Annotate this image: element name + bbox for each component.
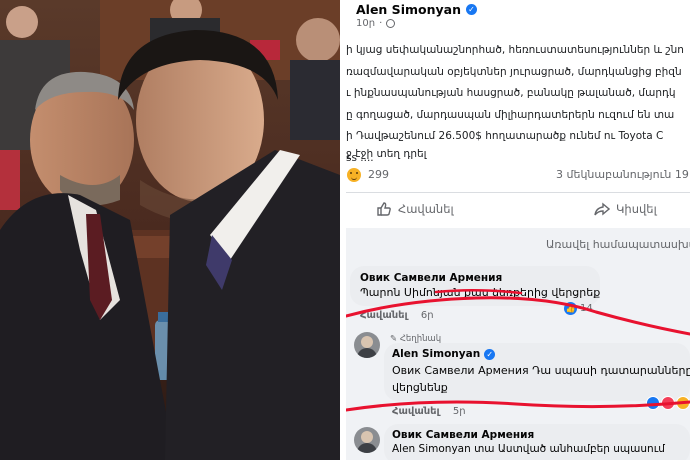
comment-bubble: Овик Самвели Армения Alen Simonyan տա Աս…	[384, 424, 690, 460]
share-button-label: Կիսվել	[616, 202, 657, 216]
comment-sort-dropdown[interactable]: Առավել համապատասխան▾	[546, 238, 690, 251]
verified-badge-icon: ✓	[465, 4, 477, 15]
haha-reaction-icon	[676, 396, 690, 410]
reactions-row: 299 3 մեկնաբանություն 19	[346, 164, 690, 186]
comment-bubble: Alen Simonyan ✓ Овик Самвели Армения Դա …	[384, 343, 690, 401]
like-reaction-icon: 👍	[564, 301, 577, 315]
post-line: ռազմավարական օբյեկտներ յուրացրած, մարդկա…	[346, 65, 682, 78]
comment-like-link[interactable]: Հավանել	[360, 310, 408, 321]
post-line: ւ ինքնասպանության հասցրած, բանակը թալանա…	[346, 87, 676, 99]
comment-meta: Հավանել 5ր	[392, 406, 466, 417]
post-card: Alen Simonyan ✓ 10ր · ի կյաց սեփականաշնո…	[346, 0, 690, 228]
bg-person-head-1	[6, 6, 38, 38]
globe-icon	[386, 19, 396, 28]
haha-reaction-icon[interactable]	[347, 168, 361, 182]
post-author-row: Alen Simonyan ✓	[356, 2, 477, 17]
bg-person-head-3	[296, 18, 340, 62]
red-seat-left	[0, 150, 20, 210]
comment-reaction-count: 14	[580, 302, 593, 314]
post-meta: 10ր ·	[356, 18, 396, 29]
photo-panel	[0, 0, 340, 460]
comment-text: Овик Самвели Армения Դա սպասի դատարաններ…	[392, 364, 690, 377]
thumbs-up-icon	[377, 202, 391, 216]
comment-time[interactable]: 5ր	[453, 406, 466, 417]
comment-author[interactable]: Овик Самвели Армения	[392, 429, 690, 441]
comment-text: Alen Simonyan տա Աստված անհամբեր սպասում	[392, 443, 665, 455]
facebook-screenshot: Alen Simonyan ✓ 10ր · ի կյաց սեփականաշնո…	[346, 0, 690, 460]
post-author-name[interactable]: Alen Simonyan	[356, 2, 461, 17]
bg-person-body-3	[290, 60, 340, 140]
love-reaction-icon	[661, 396, 675, 410]
post-line-last: ջ էջի տեղ դրել	[346, 148, 427, 160]
sort-label: Առավել համապատասխան	[546, 238, 690, 251]
comment-bubble: Овик Самвели Армения Պարոն Սիմոնյան քաս …	[350, 266, 600, 306]
comment-author-row: Alen Simonyan ✓	[392, 348, 690, 360]
comment-reactions[interactable]	[646, 396, 690, 410]
avatar[interactable]	[354, 427, 380, 453]
action-bar: Հավանել Կիսվել	[346, 192, 690, 229]
reaction-count[interactable]: 299	[368, 168, 389, 181]
post-line: ի կյաց սեփականաշնորհած, հեռուստատեսությո…	[346, 44, 684, 56]
comment-text-line2: վերցնենք	[392, 381, 448, 394]
like-button[interactable]: Հավանել	[376, 201, 454, 217]
comment-author[interactable]: Овик Самвели Армения	[360, 272, 600, 284]
share-arrow-icon	[594, 202, 610, 216]
like-button-label: Հավանել	[398, 202, 454, 216]
post-line: ը գողացած, մարդասպան միլիարդատերերն ուզո…	[346, 108, 675, 121]
comment-reactions[interactable]: 👍 14	[564, 300, 593, 316]
verified-badge-icon: ✓	[484, 348, 496, 360]
avatar[interactable]	[354, 332, 380, 358]
parliament-photo	[0, 0, 340, 460]
comment-author[interactable]: Alen Simonyan	[392, 348, 480, 360]
post-line: ի Դավթաշենում 26.500$ հողատարածք ունեմ ո…	[346, 130, 664, 142]
share-button[interactable]: Կիսվել	[594, 201, 657, 217]
like-reaction-icon	[646, 396, 660, 410]
post-time[interactable]: 10ր	[356, 18, 375, 29]
comment-meta: Հավանել 6ր	[360, 310, 434, 321]
comment-like-link[interactable]: Հավանել	[392, 406, 440, 417]
comments-shares-count[interactable]: 3 մեկնաբանություն 19	[556, 168, 689, 181]
comment-text: Պարոն Սիմոնյան քաս ձեռքերից վերցրեք	[360, 286, 601, 299]
comment-time[interactable]: 6ր	[421, 310, 434, 321]
